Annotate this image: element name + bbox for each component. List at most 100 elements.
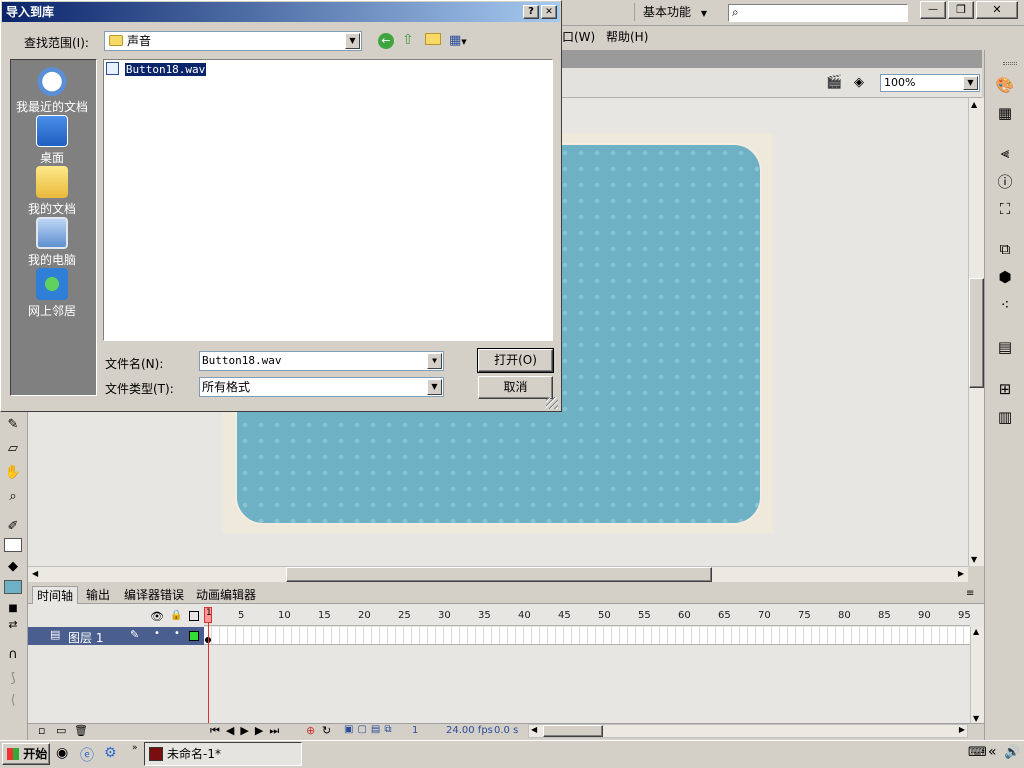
scroll-down-icon[interactable]: ▼ [971, 555, 977, 564]
zoom-tool-icon[interactable]: ⌕ [3, 486, 23, 506]
filetype-select[interactable]: 所有格式 ▼ [199, 377, 444, 397]
look-in-select[interactable]: 声音 ▼ [104, 31, 362, 51]
place-desktop[interactable]: 桌面 [12, 115, 92, 166]
delete-layer-icon[interactable]: 🗑 [74, 724, 88, 737]
timeline-scroll-thumb[interactable] [543, 725, 603, 737]
quicklaunch-more-icon[interactable]: » [132, 743, 138, 753]
place-my-computer[interactable]: 我的电脑 [12, 217, 92, 268]
tab-motion-editor[interactable]: 动画编辑器 [192, 586, 260, 604]
edit-multiple-icon[interactable]: ▤ [371, 724, 384, 735]
new-layer-icon[interactable]: ▫ [38, 724, 45, 737]
next-frame-icon[interactable]: ▶ [255, 724, 269, 737]
hand-tool-icon[interactable]: ✋ [3, 462, 23, 482]
fill-color-swatch[interactable] [4, 580, 22, 594]
menu-window[interactable]: 口(W) [562, 28, 595, 45]
prev-frame-icon[interactable]: ◀ [226, 724, 240, 737]
align-panel-icon[interactable]: ⫷ [994, 142, 1016, 164]
play-icon[interactable]: ▶ [240, 724, 254, 737]
scroll-down-icon[interactable]: ▼ [973, 714, 979, 723]
first-frame-icon[interactable]: ⏮ [210, 724, 226, 737]
taskbar-task-flash[interactable]: 未命名-1* [144, 742, 302, 766]
panel-menu-icon[interactable]: ≡ [966, 588, 974, 599]
view-menu-icon[interactable]: ▦▼ [449, 33, 467, 48]
center-frame-icon[interactable]: ⊕ [306, 724, 315, 737]
horizontal-scroll-thumb[interactable] [286, 567, 712, 582]
lock-icon[interactable]: 🔒 [170, 610, 182, 621]
minimize-button[interactable]: — [920, 1, 946, 19]
eyedropper-tool-icon[interactable]: ✎ [3, 414, 23, 434]
layer-row[interactable]: ▤ 图层 1 ✎ • • [28, 627, 204, 645]
playhead[interactable]: 1 [204, 607, 212, 623]
stroke-color-swatch[interactable] [4, 538, 22, 552]
scroll-left-icon[interactable]: ◀ [531, 725, 537, 734]
scroll-up-icon[interactable]: ▲ [971, 100, 977, 109]
lock-dot[interactable]: • [174, 628, 180, 639]
tray-expand-icon[interactable]: « [988, 744, 997, 760]
scroll-left-icon[interactable]: ◀ [32, 569, 38, 578]
stroke-color-icon[interactable]: ✐ [3, 516, 23, 536]
color-panel-icon[interactable]: 🎨 [994, 74, 1016, 96]
open-button[interactable]: 打开(O) [477, 348, 554, 373]
eraser-tool-icon[interactable]: ▱ [3, 438, 23, 458]
smooth-icon[interactable]: ⟆ [3, 668, 23, 688]
dialog-close-button[interactable]: ✕ [541, 5, 557, 19]
scroll-up-icon[interactable]: ▲ [973, 627, 979, 636]
dialog-help-button[interactable]: ? [523, 5, 539, 19]
frame-cells[interactable] [204, 627, 970, 645]
eye-icon[interactable]: 👁 [150, 610, 164, 623]
timeline-vertical-scrollbar[interactable]: ▲ ▼ [970, 627, 984, 723]
vertical-scroll-thumb[interactable] [969, 278, 984, 388]
stage-vertical-scrollbar[interactable]: ▲ ▼ [968, 98, 984, 566]
swap-colors-icon[interactable]: ⇄ [3, 614, 23, 634]
dialog-title-bar[interactable]: 导入到库 [2, 2, 560, 22]
strings-panel-icon[interactable]: ▥ [994, 406, 1016, 428]
outline-icon[interactable] [189, 611, 199, 621]
time-readout[interactable]: 0.0 s [494, 725, 518, 736]
scroll-right-icon[interactable]: ▶ [959, 725, 965, 734]
motion-presets-icon[interactable]: ⁖ [994, 294, 1016, 316]
quicklaunch-chrome-icon[interactable]: ◉ [56, 745, 68, 761]
current-frame-readout[interactable]: 1 [412, 725, 418, 736]
start-button[interactable]: 开始 [2, 743, 50, 765]
file-list[interactable]: Button18.wav [103, 59, 553, 341]
close-button[interactable]: ✕ [976, 1, 1018, 19]
tab-timeline[interactable]: 时间轴 [32, 586, 79, 604]
tab-output[interactable]: 输出 [82, 586, 114, 604]
project-panel-icon[interactable]: ⊞ [994, 378, 1016, 400]
onion-markers-icon[interactable]: ⧉ [384, 724, 395, 735]
place-network[interactable]: 网上邻居 [12, 268, 92, 319]
playback-controls[interactable]: ⏮◀▶▶⏭ [210, 724, 285, 738]
snap-magnet-icon[interactable]: ∩ [3, 644, 23, 664]
ime-keyboard-icon[interactable]: ⌨ [968, 745, 987, 760]
cancel-button[interactable]: 取消 [478, 376, 553, 399]
back-icon[interactable]: ← [378, 33, 394, 49]
library-panel-icon[interactable]: ▤ [994, 336, 1016, 358]
new-folder-icon[interactable] [425, 33, 441, 45]
list-item[interactable]: Button18.wav [106, 62, 208, 78]
visible-dot[interactable]: • [154, 628, 160, 639]
zoom-select[interactable]: 100% ▼ [880, 74, 980, 92]
filename-input[interactable]: Button18.wav ▼ [199, 351, 444, 371]
info-panel-icon[interactable]: ⓘ [994, 170, 1016, 192]
layer-color-swatch[interactable] [189, 631, 199, 641]
onion-skin-icon[interactable]: ▣ [344, 724, 357, 735]
onion-outline-icon[interactable]: ▢ [357, 724, 370, 735]
place-my-documents[interactable]: 我的文档 [12, 166, 92, 217]
stage-horizontal-scrollbar[interactable]: ◀ ▶ [28, 566, 968, 582]
edit-symbol-icon[interactable]: ◈ [854, 75, 874, 93]
fps-readout[interactable]: 24.00 fps [446, 725, 493, 736]
up-folder-icon[interactable]: ⇧ [402, 32, 414, 48]
workspace-switcher[interactable]: 基本功能 ▼ [634, 3, 720, 21]
transform-panel-icon[interactable]: ⛶ [994, 198, 1016, 220]
swatches-panel-icon[interactable]: ▦ [994, 102, 1016, 124]
scroll-right-icon[interactable]: ▶ [958, 569, 964, 578]
tab-compiler-errors[interactable]: 编译器错误 [120, 586, 188, 604]
edit-scene-icon[interactable]: 🎬 [826, 75, 846, 93]
menu-help[interactable]: 帮助(H) [606, 28, 648, 45]
volume-icon[interactable]: 🔊 [1004, 745, 1020, 760]
loop-icon[interactable]: ↻ [322, 724, 331, 737]
help-search-input[interactable]: ⌕ [728, 4, 908, 22]
quicklaunch-ie-icon[interactable]: ⓔ [80, 745, 94, 765]
onion-skin-icons[interactable]: ▣▢▤⧉ [344, 724, 396, 735]
straighten-icon[interactable]: ⟨ [3, 690, 23, 710]
